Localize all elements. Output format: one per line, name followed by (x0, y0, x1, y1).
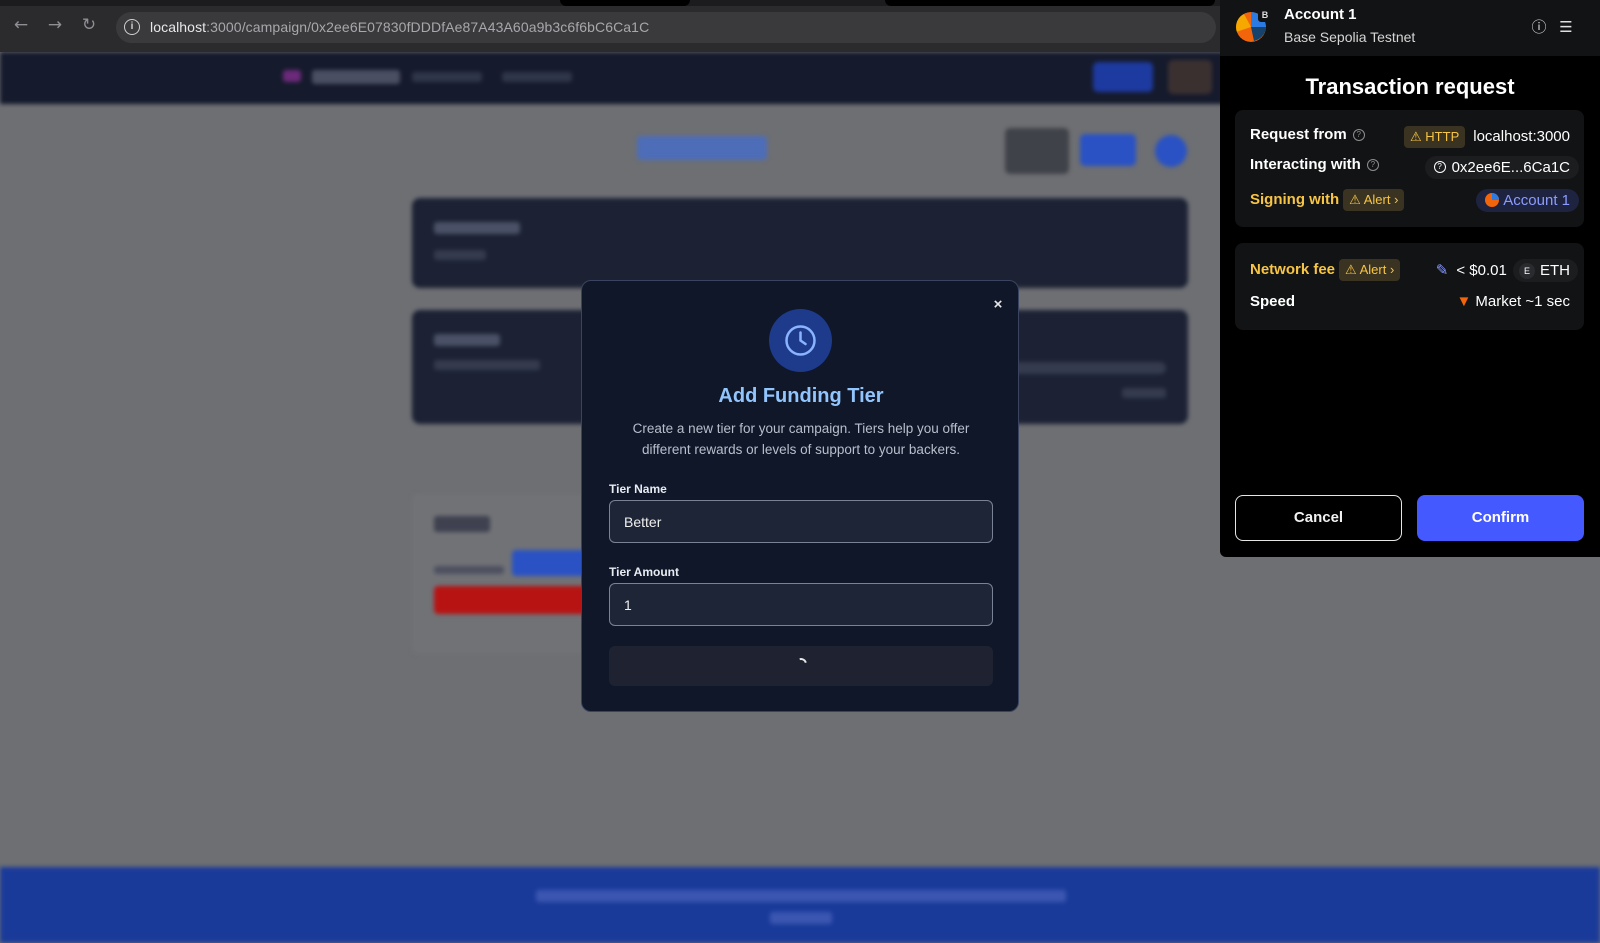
speed-row: Speed ▼ Market ~1 sec (1250, 289, 1570, 315)
modal-title: Add Funding Tier (718, 385, 884, 407)
network-fee-label: Network fee ⚠ Alert › (1250, 259, 1401, 281)
alert-text: Alert (1363, 192, 1391, 207)
signing-account-chip[interactable]: Account 1 (1476, 189, 1579, 212)
unknown-contract-icon: ? (1433, 161, 1446, 174)
http-badge-text: HTTP (1425, 129, 1460, 144)
description-card (412, 198, 1188, 288)
back-arrow-icon[interactable]: ← (10, 14, 32, 36)
http-warning-badge: ⚠ HTTP (1404, 126, 1466, 148)
alert-text: Alert (1359, 262, 1387, 277)
nav-dashboard-placeholder (502, 72, 572, 82)
speed-text: Market ~1 sec (1475, 293, 1570, 310)
request-origin: localhost:3000 (1473, 127, 1570, 145)
contract-address: ? 0x2ee6E...6Ca1C (1424, 156, 1579, 179)
nav-action-button (1093, 62, 1153, 92)
modal-description: Create a new tier for your campaign. Tie… (632, 421, 970, 457)
fee-alert-badge[interactable]: ⚠ Alert › (1339, 259, 1401, 281)
forward-arrow-icon[interactable]: → (44, 14, 66, 36)
signing-alert-badge[interactable]: ⚠ Alert › (1343, 189, 1405, 211)
info-icon[interactable]: ⓘ (1529, 17, 1549, 37)
confirm-button[interactable]: Confirm (1417, 495, 1584, 541)
fox-icon: ▼ (1456, 293, 1472, 310)
tier-card (412, 494, 588, 654)
edit-button-placeholder (1005, 128, 1069, 174)
loading-spinner-icon (792, 655, 810, 673)
edit-fee-pencil-icon[interactable]: ✎ (1436, 261, 1449, 279)
request-from-label: Request from? (1250, 126, 1365, 143)
network-fee-value: ✎ < $0.01 E ETH (1436, 259, 1578, 282)
eth-token-icon: E (1519, 263, 1535, 279)
account-name[interactable]: Account 1 (1284, 6, 1357, 23)
speed-label: Speed (1250, 293, 1296, 310)
account-avatar-small-icon (1485, 193, 1500, 207)
cancel-button[interactable]: Cancel (1235, 495, 1402, 541)
close-icon[interactable]: × (990, 297, 1006, 313)
tier-name-label: Tier Name (609, 482, 667, 496)
fee-amount: < $0.01 (1456, 262, 1507, 279)
request-details-card: Request from? ⚠ HTTP localhost:3000 Inter… (1235, 110, 1584, 227)
save-button-placeholder (1080, 134, 1136, 166)
settings-sliders-icon[interactable]: ☰ (1556, 17, 1576, 37)
tier-name-input[interactable] (609, 500, 993, 543)
network-fee-text: Network fee (1250, 260, 1336, 278)
address-bar[interactable]: i localhost:3000/campaign/0x2ee6E07830fD… (116, 12, 1216, 43)
signing-with-label: Signing with ⚠ Alert › (1250, 189, 1405, 211)
reload-icon[interactable]: ↻ (78, 14, 100, 36)
page-footer (0, 867, 1600, 943)
signing-with-text: Signing with (1250, 190, 1340, 208)
interacting-with-row: Interacting with? ? 0x2ee6E...6Ca1C (1250, 152, 1579, 179)
fee-token-chip: E ETH (1513, 259, 1578, 282)
help-icon[interactable]: ? (1366, 159, 1379, 172)
request-from-text: Request from (1250, 126, 1347, 143)
contract-address-chip[interactable]: ? 0x2ee6E...6Ca1C (1424, 156, 1579, 179)
fee-card: Network fee ⚠ Alert › ✎ < $0.01 E ETH Speed… (1235, 243, 1584, 330)
interacting-with-text: Interacting with (1250, 156, 1361, 173)
add-funding-tier-modal: × Add Funding Tier Create a new tier for… (581, 280, 1019, 712)
campaign-title-placeholder (637, 136, 767, 160)
wallet-connect-button (1168, 60, 1212, 94)
signing-account: Account 1 (1476, 189, 1579, 212)
tier-amount-input[interactable] (609, 583, 993, 626)
app-logo-icon (283, 70, 301, 82)
wallet-header: B Account 1 Base Sepolia Testnet ⓘ ☰ (1220, 0, 1600, 56)
signing-account-text: Account 1 (1503, 192, 1570, 209)
url-host: localhost (150, 19, 207, 35)
url-path: :3000/campaign/0x2ee6E07830fDDDfAe87A43A… (206, 19, 650, 35)
signing-with-row: Signing with ⚠ Alert › Account 1 (1250, 185, 1579, 212)
request-from-value: ⚠ HTTP localhost:3000 (1400, 126, 1570, 148)
clock-icon (769, 309, 832, 372)
url-text: localhost:3000/campaign/0x2ee6E07830fDDD… (150, 19, 649, 35)
network-fee-row: Network fee ⚠ Alert › ✎ < $0.01 E ETH (1250, 255, 1578, 282)
nav-campaigns-placeholder (412, 72, 482, 82)
help-icon[interactable]: ? (1352, 129, 1365, 142)
contract-address-text: 0x2ee6E...6Ca1C (1451, 159, 1570, 176)
submit-button[interactable] (609, 646, 993, 686)
tier-amount-label: Tier Amount (609, 565, 680, 579)
site-info-icon[interactable]: i (124, 19, 140, 35)
interacting-with-label: Interacting with? (1250, 156, 1379, 173)
network-badge: B (1258, 8, 1272, 22)
speed-value: ▼ Market ~1 sec (1457, 293, 1570, 310)
request-from-row: Request from? ⚠ HTTP localhost:3000 (1250, 122, 1570, 148)
wallet-popup: B Account 1 Base Sepolia Testnet ⓘ ☰ Tra… (1220, 0, 1600, 557)
network-name[interactable]: Base Sepolia Testnet (1284, 29, 1415, 45)
fee-token: ETH (1540, 262, 1570, 279)
avatar-placeholder (1155, 135, 1187, 167)
transaction-title: Transaction request (1305, 74, 1515, 99)
app-brand-placeholder (312, 70, 400, 84)
